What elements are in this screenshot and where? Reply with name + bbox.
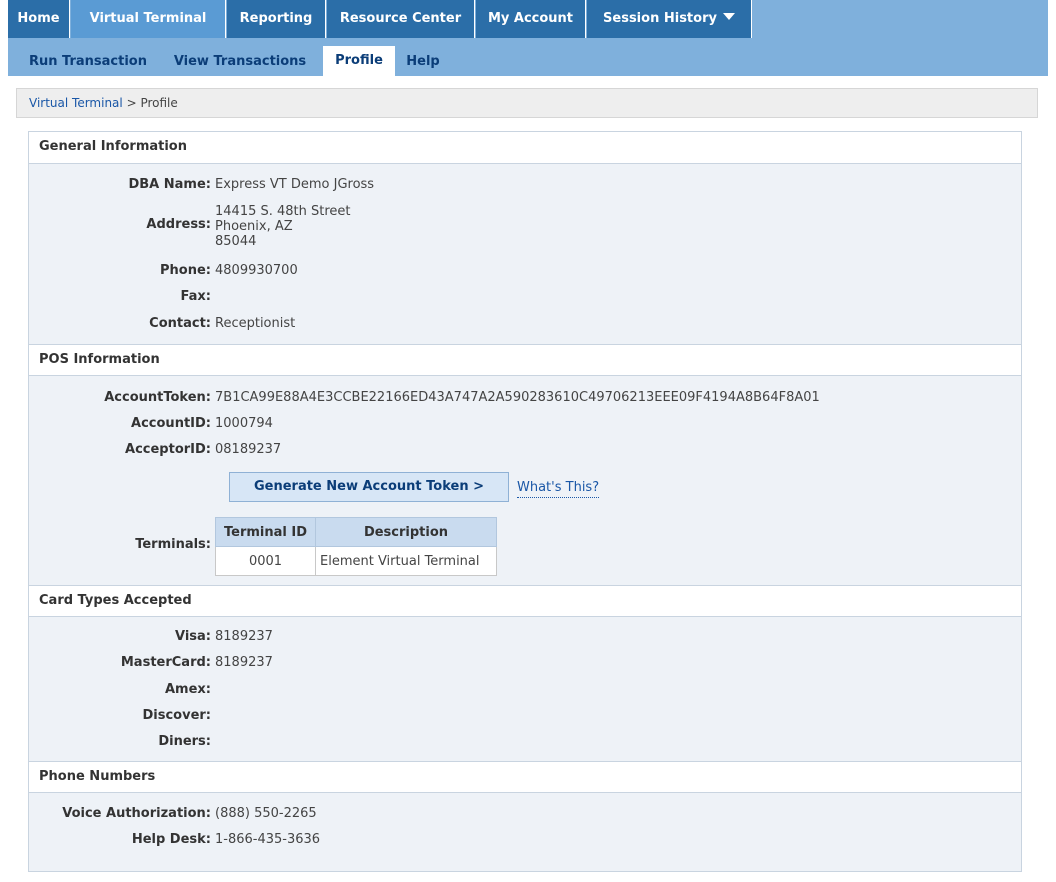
- row-visa: Visa: 8189237: [29, 624, 1019, 650]
- acceptor-id-label: AcceptorID:: [125, 442, 211, 457]
- voice-authorization-value: (888) 550-2265: [215, 806, 317, 821]
- diners-label: Diners:: [158, 734, 211, 749]
- tab-resource-center[interactable]: Resource Center: [327, 0, 475, 38]
- subtab-view-transactions[interactable]: View Transactions: [164, 47, 316, 76]
- section-card-types: Card Types Accepted: [29, 585, 1021, 617]
- section-general-information: General Information: [29, 132, 1021, 164]
- subtab-profile[interactable]: Profile: [323, 46, 395, 76]
- table-row: 0001 Element Virtual Terminal: [215, 546, 497, 576]
- help-desk-label: Help Desk:: [131, 832, 211, 847]
- section-pos-information: POS Information: [29, 344, 1021, 376]
- amex-label: Amex:: [164, 682, 211, 697]
- row-help-desk: Help Desk: 1-866-435-3636: [29, 827, 1019, 853]
- fax-label: Fax:: [180, 289, 211, 304]
- account-id-value: 1000794: [215, 416, 273, 431]
- app-frame: Home Virtual Terminal Reporting Resource…: [8, 0, 1048, 882]
- help-desk-value: 1-866-435-3636: [215, 832, 321, 847]
- breadcrumb-separator: >: [122, 96, 141, 110]
- row-terminals: Terminals:: [29, 532, 1019, 558]
- description-header: Description: [315, 517, 497, 547]
- contact-value: Receptionist: [215, 316, 296, 331]
- tab-virtual-terminal[interactable]: Virtual Terminal: [71, 0, 226, 38]
- dba-name-value: Express VT Demo JGross: [215, 177, 375, 192]
- account-id-label: AccountID:: [131, 416, 211, 431]
- generate-account-token-button[interactable]: Generate New Account Token >: [229, 472, 509, 502]
- tab-reporting[interactable]: Reporting: [227, 0, 326, 38]
- main-content: Virtual Terminal > Profile General Infor…: [8, 76, 1048, 882]
- voice-authorization-label: Voice Authorization:: [62, 806, 211, 821]
- sub-navigation: Run Transaction View Transactions Profil…: [8, 38, 1048, 76]
- terminal-id-cell: 0001: [215, 546, 316, 576]
- table-header-row: Terminal ID Description: [215, 517, 497, 547]
- row-fax: Fax:: [29, 284, 1019, 310]
- row-address: Address:: [29, 212, 1019, 238]
- terminals-label: Terminals:: [135, 537, 211, 552]
- breadcrumb-link-virtual-terminal[interactable]: Virtual Terminal: [29, 96, 123, 110]
- row-acceptor-id: AcceptorID: 08189237: [29, 437, 1019, 463]
- visa-value: 8189237: [215, 629, 273, 644]
- phone-label: Phone:: [160, 263, 211, 278]
- section-phone-numbers: Phone Numbers: [29, 761, 1021, 793]
- row-discover: Discover:: [29, 703, 1019, 729]
- terminal-id-header: Terminal ID: [215, 517, 316, 547]
- row-dba-name: DBA Name: Express VT Demo JGross: [29, 172, 1019, 198]
- address-value: 14415 S. 48th Street Phoenix, AZ 85044: [215, 204, 351, 249]
- row-mastercard: MasterCard: 8189237: [29, 650, 1019, 676]
- address-line: 85044: [215, 234, 257, 249]
- mastercard-value: 8189237: [215, 655, 273, 670]
- top-navigation: Home Virtual Terminal Reporting Resource…: [8, 0, 1048, 38]
- dba-name-label: DBA Name:: [128, 177, 211, 192]
- row-phone: Phone: 4809930700: [29, 258, 1019, 284]
- row-account-token: AccountToken: 7B1CA99E88A4E3CCBE22166ED4…: [29, 385, 1019, 411]
- acceptor-id-value: 08189237: [215, 442, 282, 457]
- tab-home[interactable]: Home: [8, 0, 70, 38]
- account-token-value: 7B1CA99E88A4E3CCBE22166ED43A747A2A590283…: [215, 390, 820, 405]
- whats-this-link[interactable]: What's This?: [517, 478, 600, 498]
- terminal-description-cell: Element Virtual Terminal: [315, 546, 497, 576]
- phone-value: 4809930700: [215, 263, 298, 278]
- row-contact: Contact: Receptionist: [29, 311, 1019, 337]
- account-token-label: AccountToken:: [104, 390, 211, 405]
- tab-my-account[interactable]: My Account: [476, 0, 586, 38]
- address-line: 14415 S. 48th Street: [215, 204, 351, 219]
- caret-down-icon: [722, 13, 735, 20]
- breadcrumb-current: Profile: [140, 96, 178, 110]
- subtab-help[interactable]: Help: [402, 47, 444, 76]
- visa-label: Visa:: [175, 629, 211, 644]
- discover-label: Discover:: [142, 708, 211, 723]
- breadcrumb: Virtual Terminal > Profile: [16, 88, 1038, 118]
- contact-label: Contact:: [149, 316, 211, 331]
- profile-panel: General Information DBA Name: Express VT…: [28, 131, 1022, 872]
- subtab-run-transaction[interactable]: Run Transaction: [18, 47, 158, 76]
- tab-session-history[interactable]: Session History: [587, 0, 752, 38]
- row-diners: Diners:: [29, 729, 1019, 755]
- mastercard-label: MasterCard:: [120, 655, 211, 670]
- address-label: Address:: [146, 217, 211, 232]
- tab-session-history-label: Session History: [603, 11, 717, 26]
- row-voice-authorization: Voice Authorization: (888) 550-2265: [29, 801, 1019, 827]
- row-account-id: AccountID: 1000794: [29, 411, 1019, 437]
- row-amex: Amex:: [29, 677, 1019, 703]
- address-line: Phoenix, AZ: [215, 219, 293, 234]
- terminals-table: Terminal ID Description 0001 Element Vir…: [215, 517, 497, 576]
